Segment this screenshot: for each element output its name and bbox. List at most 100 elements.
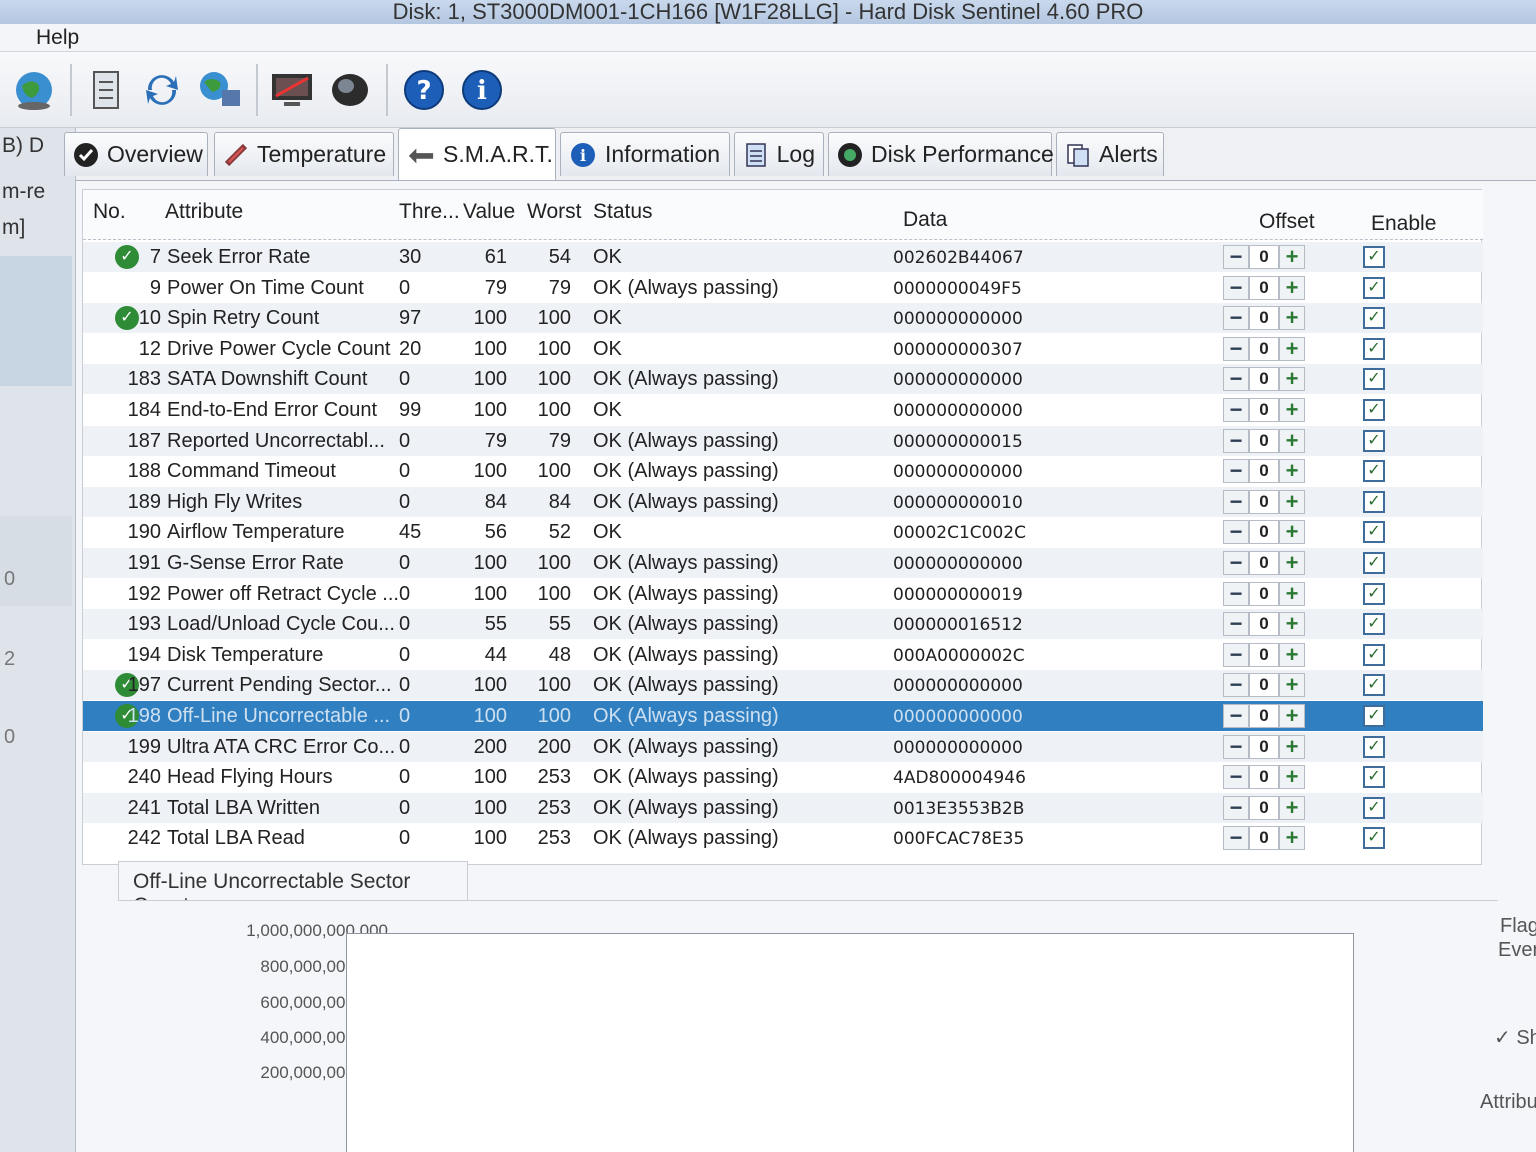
offset-value[interactable]: 0 — [1249, 459, 1279, 484]
tab-alerts[interactable]: Alerts — [1056, 132, 1164, 176]
offset-minus-button[interactable]: − — [1223, 519, 1249, 545]
offset-minus-button[interactable]: − — [1223, 458, 1249, 484]
table-row[interactable]: 189 High Fly Writes 0 84 84 OK (Always passin… — [83, 486, 1483, 517]
enable-checkbox[interactable]: ✓ — [1363, 766, 1385, 789]
tab-smart[interactable]: S.M.A.R.T. — [398, 128, 556, 180]
enable-checkbox[interactable]: ✓ — [1363, 674, 1385, 697]
offset-minus-button[interactable]: − — [1223, 428, 1249, 453]
offset-plus-button[interactable]: + — [1279, 734, 1305, 759]
column-header-attribute[interactable]: Attribute — [165, 200, 243, 224]
offset-minus-button[interactable]: − — [1223, 764, 1249, 790]
enable-checkbox[interactable]: ✓ — [1363, 613, 1385, 636]
table-row[interactable]: 191 G-Sense Error Rate 0 100 100 OK (Always p… — [83, 548, 1483, 578]
table-row[interactable]: ✓ 197 Current Pending Sector... 0 100 100 OK (… — [83, 670, 1483, 701]
table-row[interactable]: 187 Reported Uncorrectabl... 0 79 79 OK (Alwa… — [83, 425, 1483, 456]
tab-information[interactable]: i Information — [560, 132, 730, 176]
enable-checkbox[interactable]: ✓ — [1363, 490, 1385, 513]
offset-plus-button[interactable]: + — [1279, 458, 1305, 484]
offset-value[interactable]: 0 — [1249, 581, 1279, 606]
offset-value[interactable]: 0 — [1249, 336, 1279, 361]
offset-minus-button[interactable]: − — [1223, 642, 1249, 667]
table-row[interactable]: 240 Head Flying Hours 0 100 253 OK (Always pa… — [83, 762, 1483, 792]
column-header-enable[interactable]: Enable — [1371, 212, 1436, 236]
table-row[interactable]: 190 Airflow Temperature 45 56 52 OK 00002C1C00… — [83, 517, 1483, 547]
table-row[interactable]: 193 Load/Unload Cycle Cou... 0 55 55 OK (Alwa… — [83, 609, 1483, 640]
offset-value[interactable]: 0 — [1249, 826, 1279, 851]
tab-disk-performance[interactable]: Disk Performance — [828, 132, 1054, 176]
offset-plus-button[interactable]: + — [1279, 336, 1305, 361]
enable-checkbox[interactable]: ✓ — [1363, 276, 1385, 299]
offset-plus-button[interactable]: + — [1279, 764, 1305, 790]
offset-plus-button[interactable]: + — [1279, 489, 1305, 514]
column-header-offset[interactable]: Offset — [1259, 210, 1315, 234]
table-row[interactable]: 241 Total LBA Written 0 100 253 OK (Always pa… — [83, 792, 1483, 823]
offset-minus-button[interactable]: − — [1223, 489, 1249, 514]
offset-value[interactable]: 0 — [1249, 245, 1279, 269]
offset-plus-button[interactable]: + — [1279, 275, 1305, 300]
offset-value[interactable]: 0 — [1249, 734, 1279, 759]
table-row[interactable]: 199 Ultra ATA CRC Error Co... 0 200 200 OK (A… — [83, 731, 1483, 762]
graph-option-checkbox[interactable]: ✓ Sh — [1494, 1025, 1536, 1050]
column-header-worst[interactable]: Worst — [527, 200, 581, 224]
offset-plus-button[interactable]: + — [1279, 244, 1305, 269]
monitor-icon[interactable] — [268, 66, 316, 114]
graph-tab[interactable]: Off-Line Uncorrectable Sector Count — [118, 861, 468, 917]
offset-minus-button[interactable]: − — [1223, 825, 1249, 851]
offset-minus-button[interactable]: − — [1223, 275, 1249, 300]
offset-plus-button[interactable]: + — [1279, 703, 1305, 728]
offset-minus-button[interactable]: − — [1223, 795, 1249, 820]
speaker-icon[interactable] — [326, 66, 374, 114]
globe-icon[interactable] — [10, 66, 58, 114]
table-row[interactable]: 194 Disk Temperature 0 44 48 OK (Always passi… — [83, 640, 1483, 670]
disk-report-icon[interactable] — [82, 66, 130, 114]
offset-minus-button[interactable]: − — [1223, 366, 1249, 392]
enable-checkbox[interactable]: ✓ — [1363, 582, 1385, 605]
table-row[interactable]: ✓ 7 Seek Error Rate 30 61 54 OK 002602B44067 − … — [83, 242, 1483, 272]
column-header-data[interactable]: Data — [903, 208, 947, 232]
disk-list-selection[interactable] — [0, 256, 72, 386]
column-header-threshold[interactable]: Thre... — [399, 200, 460, 224]
table-row[interactable]: ✓ 10 Spin Retry Count 97 100 100 OK 00000000000… — [83, 303, 1483, 334]
enable-checkbox[interactable]: ✓ — [1363, 399, 1385, 421]
offset-plus-button[interactable]: + — [1279, 550, 1305, 575]
offset-plus-button[interactable]: + — [1279, 581, 1305, 606]
offset-value[interactable]: 0 — [1249, 398, 1279, 422]
offset-plus-button[interactable]: + — [1279, 519, 1305, 545]
table-row[interactable]: 9 Power On Time Count 0 79 79 OK (Always pass… — [83, 273, 1483, 303]
table-row[interactable]: 188 Command Timeout 0 100 100 OK (Always pass… — [83, 456, 1483, 486]
offset-value[interactable]: 0 — [1249, 367, 1279, 392]
help-icon[interactable]: ? — [400, 66, 448, 114]
enable-checkbox[interactable]: ✓ — [1363, 246, 1385, 268]
tab-log[interactable]: Log — [734, 132, 824, 176]
tab-overview[interactable]: Overview — [64, 132, 208, 176]
offset-plus-button[interactable]: + — [1279, 642, 1305, 667]
enable-checkbox[interactable]: ✓ — [1363, 735, 1385, 758]
network-icon[interactable] — [196, 66, 244, 114]
offset-value[interactable]: 0 — [1249, 673, 1279, 698]
enable-checkbox[interactable]: ✓ — [1363, 827, 1385, 850]
info-icon[interactable]: i — [458, 66, 506, 114]
offset-value[interactable]: 0 — [1249, 520, 1279, 545]
enable-checkbox[interactable]: ✓ — [1363, 429, 1385, 452]
table-row[interactable]: 12 Drive Power Cycle Count 20 100 100 OK 00000… — [83, 334, 1483, 364]
offset-minus-button[interactable]: − — [1223, 336, 1249, 361]
offset-plus-button[interactable]: + — [1279, 795, 1305, 820]
offset-value[interactable]: 0 — [1249, 795, 1279, 820]
offset-value[interactable]: 0 — [1249, 275, 1279, 300]
enable-checkbox[interactable]: ✓ — [1363, 643, 1385, 666]
table-row[interactable]: 242 Total LBA Read 0 100 253 OK (Always passi… — [83, 823, 1483, 853]
offset-minus-button[interactable]: − — [1223, 305, 1249, 331]
tab-temperature[interactable]: Temperature — [214, 132, 394, 176]
offset-plus-button[interactable]: + — [1279, 366, 1305, 392]
menu-help[interactable]: Help — [36, 26, 79, 50]
enable-checkbox[interactable]: ✓ — [1363, 521, 1385, 544]
offset-minus-button[interactable]: − — [1223, 734, 1249, 759]
offset-plus-button[interactable]: + — [1279, 611, 1305, 637]
enable-checkbox[interactable]: ✓ — [1363, 705, 1385, 727]
offset-value[interactable]: 0 — [1249, 306, 1279, 331]
offset-value[interactable]: 0 — [1249, 551, 1279, 575]
offset-plus-button[interactable]: + — [1279, 428, 1305, 453]
offset-minus-button[interactable]: − — [1223, 703, 1249, 728]
enable-checkbox[interactable]: ✓ — [1363, 796, 1385, 819]
offset-value[interactable]: 0 — [1249, 489, 1279, 514]
